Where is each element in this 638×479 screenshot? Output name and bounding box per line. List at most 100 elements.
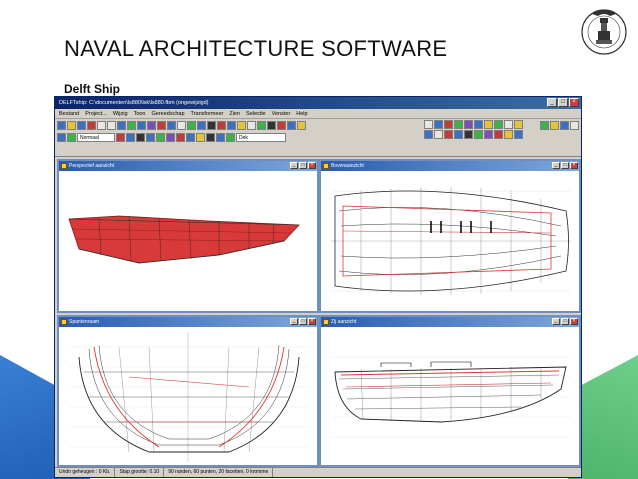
markers-icon[interactable] bbox=[237, 121, 246, 130]
surface-icon[interactable] bbox=[287, 121, 296, 130]
tool-grid-icon[interactable] bbox=[464, 130, 473, 139]
diagonals-icon[interactable] bbox=[217, 121, 226, 130]
viewport-close-button[interactable]: × bbox=[308, 162, 316, 169]
tool-grid-icon[interactable] bbox=[444, 120, 453, 129]
tool-grid-icon[interactable] bbox=[494, 120, 503, 129]
viewport-titlebar[interactable]: Spantenraam _ □ × bbox=[59, 317, 317, 327]
tool-grid-icon[interactable] bbox=[434, 130, 443, 139]
tool-grid-icon[interactable] bbox=[464, 120, 473, 129]
menu-item-selectie[interactable]: Selectie bbox=[246, 109, 266, 118]
intersect-icon[interactable] bbox=[226, 133, 235, 142]
viewport-bodyplan[interactable]: Spantenraam _ □ × bbox=[57, 315, 319, 467]
bodyplan-canvas[interactable] bbox=[59, 327, 317, 465]
shade-icon[interactable] bbox=[147, 121, 156, 130]
viewport-close-button[interactable]: × bbox=[570, 318, 578, 325]
stations-icon[interactable] bbox=[187, 121, 196, 130]
scale-icon[interactable] bbox=[186, 133, 195, 142]
viewport-perspective[interactable]: Perspectief aanzicht _ □ × bbox=[57, 159, 319, 313]
viewport-minimize-button[interactable]: _ bbox=[290, 318, 298, 325]
viewport-maximize-button[interactable]: □ bbox=[561, 318, 569, 325]
buttocks-icon[interactable] bbox=[197, 121, 206, 130]
open-file-icon[interactable] bbox=[67, 121, 76, 130]
redo-icon[interactable] bbox=[107, 121, 116, 130]
tool-grid-icon[interactable] bbox=[474, 120, 483, 129]
wireframe-icon[interactable] bbox=[157, 121, 166, 130]
point-icon[interactable] bbox=[67, 133, 76, 142]
tool-grid-icon[interactable] bbox=[444, 130, 453, 139]
insert-plane-icon[interactable] bbox=[216, 133, 225, 142]
maximize-button[interactable]: □ bbox=[558, 98, 568, 107]
viewport-maximize-button[interactable]: □ bbox=[299, 162, 307, 169]
minimize-button[interactable]: _ bbox=[547, 98, 557, 107]
tool-grid-icon[interactable] bbox=[514, 130, 523, 139]
viewport-maximize-button[interactable]: □ bbox=[299, 318, 307, 325]
flowlines-icon[interactable] bbox=[277, 121, 286, 130]
tool-grid-icon[interactable] bbox=[424, 120, 433, 129]
menu-item-venster[interactable]: Venster bbox=[272, 109, 291, 118]
grid-icon[interactable] bbox=[267, 121, 276, 130]
curvature-icon[interactable] bbox=[177, 121, 186, 130]
perspective-canvas[interactable] bbox=[59, 171, 317, 311]
menu-item-wijzig[interactable]: Wijzig bbox=[113, 109, 128, 118]
close-button[interactable]: × bbox=[569, 98, 579, 107]
side-view-canvas[interactable] bbox=[321, 327, 579, 465]
tool-grid-icon[interactable] bbox=[484, 120, 493, 129]
new-file-icon[interactable] bbox=[57, 121, 66, 130]
menu-item-bestand[interactable]: Bestand bbox=[59, 109, 79, 118]
print-icon[interactable] bbox=[87, 121, 96, 130]
menu-item-project[interactable]: Project... bbox=[85, 109, 107, 118]
crease-icon[interactable] bbox=[136, 133, 145, 142]
tool-icon[interactable] bbox=[550, 121, 559, 130]
face-icon[interactable] bbox=[126, 133, 135, 142]
tool-icon[interactable] bbox=[560, 121, 569, 130]
tool-grid-icon[interactable] bbox=[504, 130, 513, 139]
top-view-canvas[interactable] bbox=[321, 171, 579, 311]
viewport-side[interactable]: Zij aanzicht _ □ × bbox=[319, 315, 581, 467]
window-titlebar[interactable]: DELFTship: C:\documenten\ls880\lsk\ls880… bbox=[55, 97, 581, 109]
menu-item-zien[interactable]: Zien bbox=[229, 109, 240, 118]
layers-icon[interactable] bbox=[247, 121, 256, 130]
collapse-icon[interactable] bbox=[156, 133, 165, 142]
viewport-minimize-button[interactable]: _ bbox=[290, 162, 298, 169]
tool-icon[interactable] bbox=[540, 121, 549, 130]
viewport-minimize-button[interactable]: _ bbox=[552, 162, 560, 169]
viewport-titlebar[interactable]: Perspectief aanzicht _ □ × bbox=[59, 161, 317, 171]
mode-select[interactable]: Normaal bbox=[77, 133, 115, 142]
move-icon[interactable] bbox=[196, 133, 205, 142]
save-icon[interactable] bbox=[77, 121, 86, 130]
layer-select[interactable]: Dek bbox=[236, 133, 286, 142]
tool-grid-icon[interactable] bbox=[474, 130, 483, 139]
hydrostatics-icon[interactable] bbox=[257, 121, 266, 130]
viewport-close-button[interactable]: × bbox=[308, 318, 316, 325]
menu-item-transformeer[interactable]: Transformeer bbox=[191, 109, 224, 118]
control-net-icon[interactable] bbox=[167, 121, 176, 130]
waterlines-icon[interactable] bbox=[207, 121, 216, 130]
undo-icon[interactable] bbox=[97, 121, 106, 130]
normals-icon[interactable] bbox=[227, 121, 236, 130]
zoom-icon[interactable] bbox=[117, 121, 126, 130]
rotate-icon[interactable] bbox=[137, 121, 146, 130]
viewport-top[interactable]: Bovenaanzicht _ □ × bbox=[319, 159, 581, 313]
tool-grid-icon[interactable] bbox=[484, 130, 493, 139]
tool-grid-icon[interactable] bbox=[514, 120, 523, 129]
menu-item-toon[interactable]: Toon bbox=[134, 109, 146, 118]
viewport-maximize-button[interactable]: □ bbox=[561, 162, 569, 169]
tool-grid-icon[interactable] bbox=[454, 120, 463, 129]
edge-icon[interactable] bbox=[116, 133, 125, 142]
tool-grid-icon[interactable] bbox=[454, 130, 463, 139]
tool-grid-icon[interactable] bbox=[494, 130, 503, 139]
interior-icon[interactable] bbox=[297, 121, 306, 130]
menu-item-gereedschap[interactable]: Gereedschap bbox=[152, 109, 185, 118]
menu-item-help[interactable]: Help bbox=[296, 109, 307, 118]
tool-icon[interactable] bbox=[570, 121, 579, 130]
viewport-titlebar[interactable]: Zij aanzicht _ □ × bbox=[321, 317, 579, 327]
tool-grid-icon[interactable] bbox=[504, 120, 513, 129]
extrude-icon[interactable] bbox=[166, 133, 175, 142]
mirror-icon[interactable] bbox=[176, 133, 185, 142]
pan-icon[interactable] bbox=[127, 121, 136, 130]
viewport-close-button[interactable]: × bbox=[570, 162, 578, 169]
tool-grid-icon[interactable] bbox=[424, 130, 433, 139]
tool-grid-icon[interactable] bbox=[434, 120, 443, 129]
viewport-minimize-button[interactable]: _ bbox=[552, 318, 560, 325]
connect-icon[interactable] bbox=[206, 133, 215, 142]
